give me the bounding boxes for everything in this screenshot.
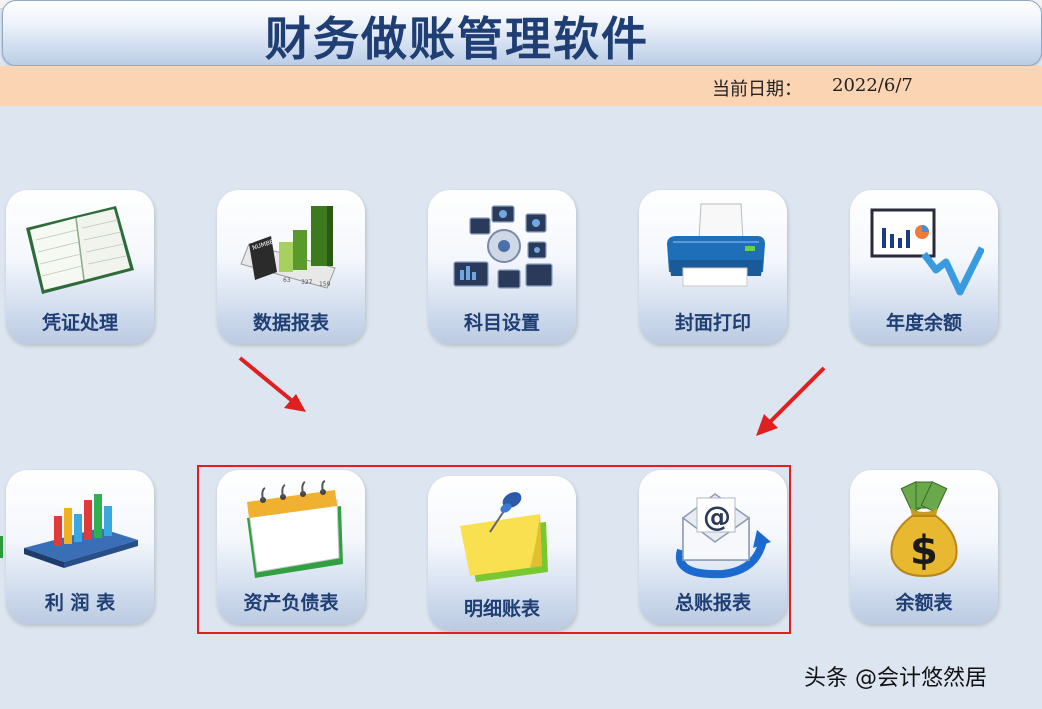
numbers-chart-icon: NUMBERS 63 327 159 xyxy=(240,206,336,289)
tile-label: 数据报表 xyxy=(252,312,329,334)
printer-icon xyxy=(667,203,765,287)
tile-voucher-processing[interactable]: 凭证处理 xyxy=(6,190,154,344)
tile-label: 凭证处理 xyxy=(41,312,118,334)
title-banner: 财务做账管理软件 xyxy=(2,0,1042,66)
svg-text:159: 159 xyxy=(319,281,331,288)
tile-label: 年度余额 xyxy=(885,312,962,334)
tile-label: 余额表 xyxy=(895,592,953,614)
left-edge-marker xyxy=(0,536,3,558)
trend-chart-icon xyxy=(870,208,984,296)
red-arrow-left xyxy=(238,356,306,412)
tile-label: 科目设置 xyxy=(463,312,540,334)
svg-text:327: 327 xyxy=(301,279,313,286)
tile-balance-table[interactable]: $ 余额表 xyxy=(850,470,998,624)
bar-chart-icon xyxy=(24,494,138,568)
tile-data-report[interactable]: NUMBERS 63 327 159 数据报表 xyxy=(217,190,365,344)
tile-income-statement[interactable]: 利 润 表 xyxy=(6,470,154,624)
svg-text:$: $ xyxy=(910,528,938,574)
red-arrow-right xyxy=(756,366,826,436)
highlight-box xyxy=(197,465,791,634)
svg-text:63: 63 xyxy=(283,277,291,284)
date-value: 2022/6/7 xyxy=(832,75,913,96)
tile-label: 利 润 表 xyxy=(44,592,116,614)
app-title: 财务做账管理软件 xyxy=(265,12,649,66)
money-bag-icon: $ xyxy=(890,481,958,578)
tile-annual-balance[interactable]: 年度余额 xyxy=(850,190,998,344)
ledger-book-icon xyxy=(26,206,134,294)
tile-cover-print[interactable]: 封面打印 xyxy=(639,190,787,344)
watermark-text: 头条 @会计悠然居 xyxy=(804,666,987,691)
date-bar: 当前日期： 2022/6/7 xyxy=(0,66,1042,106)
date-label: 当前日期： xyxy=(712,79,802,100)
settings-gear-icon xyxy=(453,205,553,289)
tile-account-settings[interactable]: 科目设置 xyxy=(428,190,576,344)
tile-label: 封面打印 xyxy=(674,312,751,334)
